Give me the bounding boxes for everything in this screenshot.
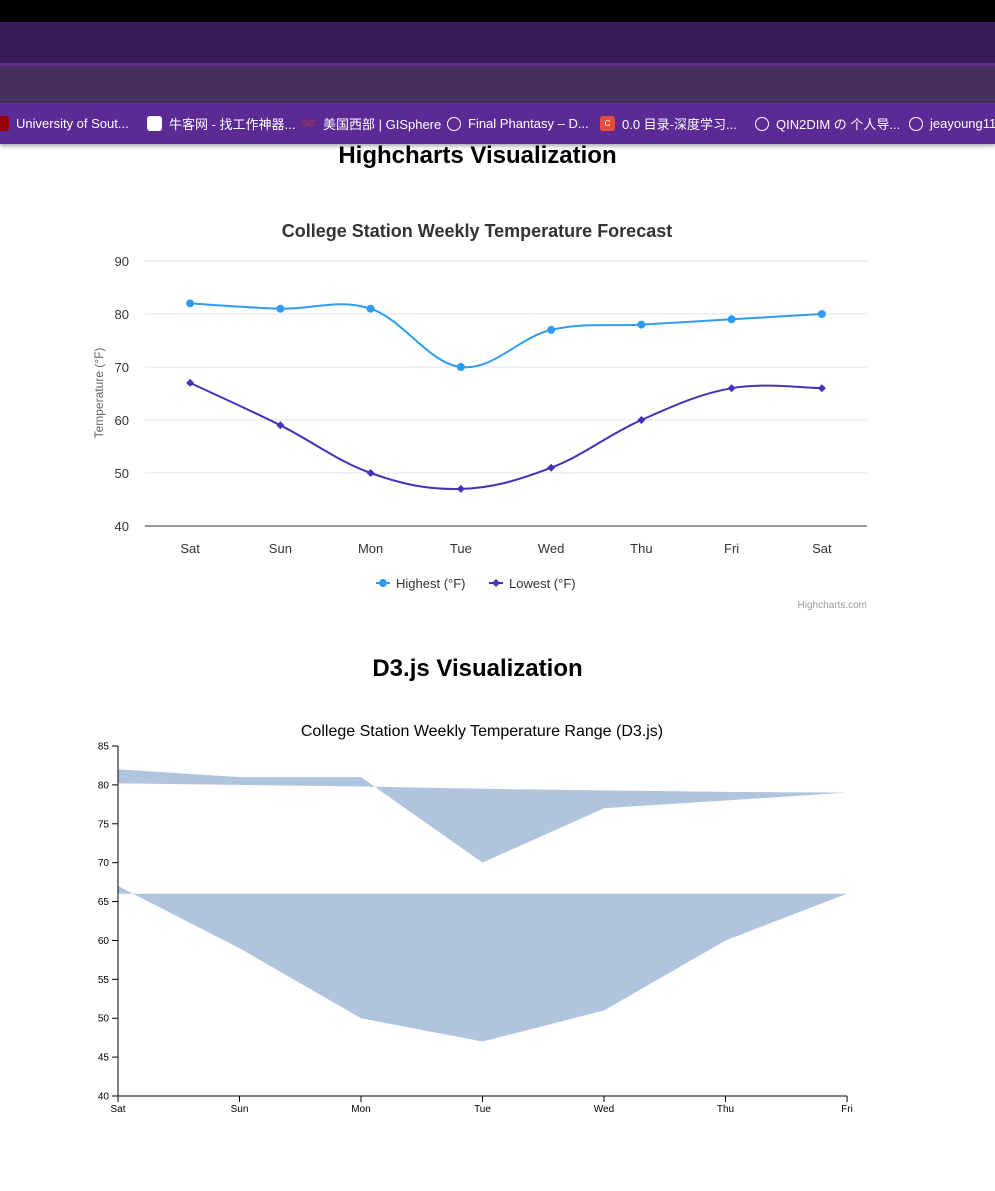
bookmark-item[interactable]: 牛客网 - 找工作神器... (147, 103, 295, 144)
y-tick-label: 80 (115, 307, 129, 322)
bookmark-label: 牛客网 - 找工作神器... (169, 117, 296, 132)
d3-heading: D3.js Visualization (372, 655, 583, 682)
bookmark-label: University of Sout... (16, 116, 129, 131)
bookmark-label: QIN2DIM の 个人导... (776, 117, 901, 132)
x-tick-label: Sat (812, 541, 832, 556)
y-tick-label: 45 (98, 1053, 110, 1064)
x-tick-label: Fri (841, 1104, 853, 1115)
d3-area-chart: College Station Weekly Temperature Range… (98, 723, 853, 1115)
data-point (637, 320, 646, 329)
bookmark-item[interactable]: Final Phantasy – D... (447, 103, 589, 144)
legend-label: Highest (°F) (396, 576, 466, 591)
flower-icon (447, 116, 461, 131)
legend-label: Lowest (°F) (509, 576, 576, 591)
y-axis-title: Temperature (°F) (92, 348, 106, 439)
credits-label: Highcharts.com (798, 600, 867, 611)
data-point (817, 384, 826, 393)
data-point (547, 325, 556, 334)
y-tick-label: 50 (115, 466, 129, 481)
bookmark-item[interactable]: C 0.0 目录-深度学习... (600, 103, 737, 144)
data-point (456, 484, 465, 493)
data-point (727, 384, 736, 393)
x-tick-label: Sun (231, 1104, 249, 1115)
y-tick-label: 75 (98, 819, 110, 830)
y-tick-label: 90 (115, 254, 129, 269)
bookmark-label: 美国西部 | GISphere (323, 117, 442, 132)
x-tick-label: Sat (180, 541, 200, 556)
browser-toolbar[interactable] (0, 63, 995, 103)
highcharts-heading: Highcharts Visualization (338, 142, 617, 169)
browser-tab-strip[interactable] (0, 22, 995, 63)
data-point (637, 416, 646, 424)
data-point (817, 310, 826, 318)
y-tick-label: 65 (98, 897, 110, 908)
y-tick-label: 85 (98, 742, 110, 753)
chart-title: College Station Weekly Temperature Forec… (282, 221, 672, 241)
y-tick-label: 55 (98, 975, 110, 986)
highcharts-line-chart: College Station Weekly Temperature Forec… (92, 221, 867, 611)
data-point (547, 463, 556, 472)
x-tick-label: Sun (269, 541, 292, 556)
data-point (366, 469, 375, 477)
low-temp-area (118, 886, 847, 1042)
github-icon (909, 116, 923, 131)
y-tick-label: 70 (115, 360, 129, 375)
chart-title: College Station Weekly Temperature Range… (301, 723, 663, 740)
bookmark-item[interactable]: University of Sout... (0, 103, 129, 144)
x-tick-label: Wed (594, 1104, 614, 1115)
nowcoder-icon (147, 116, 162, 131)
data-point (727, 315, 736, 324)
x-tick-label: Wed (538, 541, 565, 556)
data-point (186, 378, 195, 387)
x-tick-label: Sat (110, 1104, 125, 1115)
bookmarks-bar: University of Sout... 牛客网 - 找工作神器... GIS 美国… (0, 103, 995, 144)
csdn-icon: C (600, 116, 615, 131)
x-tick-label: Mon (351, 1104, 370, 1115)
x-tick-label: Tue (474, 1104, 491, 1115)
y-tick-label: 40 (98, 1092, 110, 1103)
legend-marker (379, 579, 387, 587)
bookmark-label: Final Phantasy – D... (468, 116, 589, 131)
gis-icon: GIS (301, 119, 316, 128)
bookmark-item[interactable]: jeayoung114 (909, 103, 995, 144)
bookmark-item[interactable]: QIN2DIM の 个人导... (755, 103, 900, 144)
bookmark-item[interactable]: GIS 美国西部 | GISphere (301, 103, 442, 144)
y-tick-label: 50 (98, 1014, 110, 1025)
x-tick-label: Fri (724, 541, 739, 556)
usc-icon (0, 116, 9, 131)
data-point (276, 304, 285, 313)
globe-icon (755, 116, 769, 131)
data-point (186, 299, 195, 308)
legend-marker (492, 579, 500, 587)
window-top-bar (0, 0, 995, 22)
bookmark-label: 0.0 目录-深度学习... (622, 117, 737, 132)
data-point (366, 304, 375, 313)
high-temp-area (118, 769, 847, 863)
y-tick-label: 40 (115, 519, 129, 534)
bookmark-label: jeayoung114 (930, 116, 995, 131)
x-tick-label: Thu (717, 1104, 734, 1115)
data-point (456, 363, 465, 371)
x-tick-label: Thu (630, 541, 652, 556)
y-tick-label: 60 (115, 413, 129, 428)
y-tick-label: 80 (98, 780, 110, 791)
x-tick-label: Mon (358, 541, 383, 556)
y-tick-label: 70 (98, 858, 110, 869)
x-tick-label: Tue (450, 541, 472, 556)
series-line-highest (190, 302, 822, 369)
y-tick-label: 60 (98, 936, 110, 947)
data-point (276, 421, 285, 430)
